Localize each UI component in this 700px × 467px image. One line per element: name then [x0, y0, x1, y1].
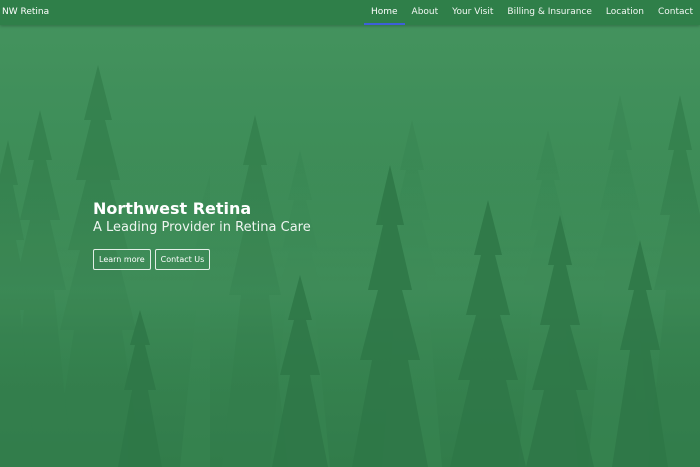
hero-buttons: Learn more Contact Us [93, 249, 311, 270]
brand-logo-link[interactable]: NW Retina [2, 6, 49, 18]
page: NW Retina Home About Your Visit Billing … [0, 0, 700, 467]
nav-link-billing-insurance[interactable]: Billing & Insurance [500, 0, 599, 25]
hero-title: Northwest Retina [93, 199, 252, 218]
nav-link-about[interactable]: About [405, 0, 446, 25]
learn-more-button[interactable]: Learn more [93, 249, 151, 270]
top-navbar: NW Retina Home About Your Visit Billing … [0, 0, 700, 25]
nav-link-contact[interactable]: Contact [651, 0, 700, 25]
hero-subtitle: A Leading Provider in Retina Care [93, 220, 311, 235]
nav-link-location[interactable]: Location [599, 0, 651, 25]
contact-us-button[interactable]: Contact Us [154, 249, 211, 270]
nav-links: Home About Your Visit Billing & Insuranc… [363, 0, 700, 25]
hero-content: Northwest Retina A Leading Provider in R… [93, 199, 311, 270]
nav-link-your-visit[interactable]: Your Visit [445, 0, 500, 25]
nav-link-home[interactable]: Home [363, 0, 405, 25]
